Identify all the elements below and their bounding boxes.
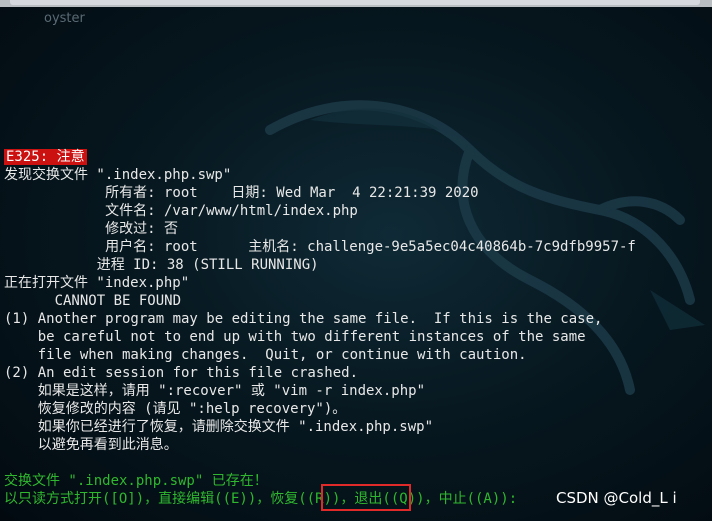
terminal-line: 进程 ID: 38 (STILL RUNNING) — [4, 257, 319, 273]
terminal-line: file when making changes. Quit, or conti… — [4, 347, 527, 363]
recover-option-highlight — [321, 484, 411, 511]
terminal-line: 修改过: 否 — [4, 221, 179, 237]
terminal-line: 如果你已经进行了恢复，请删除交换文件 ".index.php.swp" — [4, 419, 434, 435]
error-badge: E325: 注意 — [4, 149, 87, 165]
csdn-watermark: CSDN @Cold_L i — [556, 489, 677, 507]
error-line: E325: 注意 — [0, 148, 712, 166]
window-top-strip-inner — [10, 0, 700, 5]
terminal-line: 所有者: root 日期: Wed Mar 4 22:21:39 2020 — [4, 185, 479, 201]
terminal-line: 恢复修改的内容 (请见 ":help recovery")。 — [4, 401, 347, 417]
terminal-output: E325: 注意 发现交换文件 ".index.php.swp" 所有者: ro… — [0, 148, 712, 508]
terminal-line: 文件名: /var/www/html/index.php — [4, 203, 358, 219]
terminal-line: 以避免再看到此消息。 — [4, 437, 178, 453]
host-label: oyster — [44, 11, 85, 26]
terminal-line: 如果是这样，请用 ":recover" 或 "vim -r index.php" — [4, 383, 426, 399]
terminal-line: (2) An edit session for this file crashe… — [4, 365, 359, 381]
terminal-line: 正在打开文件 "index.php" — [4, 275, 190, 291]
terminal-line: CANNOT BE FOUND — [4, 293, 182, 309]
window-top-strip — [0, 0, 712, 7]
terminal-line: be careful not to end up with two differ… — [4, 329, 586, 345]
terminal-line: 发现交换文件 ".index.php.swp" — [4, 167, 232, 183]
terminal-line: (1) Another program may be editing the s… — [4, 311, 603, 327]
terminal-line: 用户名: root 主机名: challenge-9e5a5ec04c40864… — [4, 239, 636, 255]
